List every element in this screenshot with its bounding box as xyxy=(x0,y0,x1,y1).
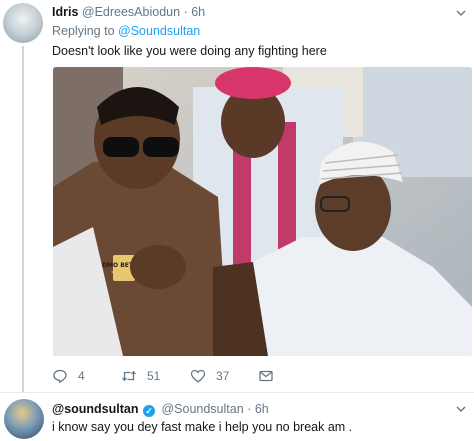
reply-avatar[interactable] xyxy=(4,399,44,439)
photo-image: DMO BETTER xyxy=(53,67,472,356)
retweet-count: 51 xyxy=(147,369,161,383)
reply-button[interactable]: 4 xyxy=(52,366,85,386)
reply-icon xyxy=(53,369,67,383)
verified-badge-icon: ✓ xyxy=(142,405,155,417)
retweet-icon xyxy=(122,370,136,382)
envelope-icon xyxy=(259,370,273,382)
chevron-down-icon[interactable] xyxy=(456,8,466,18)
replying-to-label: Replying to xyxy=(52,24,115,38)
mention-link[interactable]: @Soundsultan xyxy=(118,24,200,38)
reply-user-handle[interactable]: @Soundsultan xyxy=(161,402,243,416)
separator-dot: · xyxy=(183,5,188,19)
avatar[interactable] xyxy=(3,3,43,43)
replying-to: Replying to @Soundsultan xyxy=(52,24,200,38)
reply-timestamp[interactable]: 6h xyxy=(255,402,269,416)
reply-display-name[interactable]: @soundsultan xyxy=(52,402,139,416)
tweet-actions: 4 51 37 xyxy=(52,366,432,386)
direct-message-button[interactable] xyxy=(258,366,274,386)
tweet-text: Doesn't look like you were doing any fig… xyxy=(52,44,327,58)
thread-line xyxy=(22,46,24,392)
like-count: 37 xyxy=(216,369,230,383)
reply-header: @soundsultan ✓ @Soundsultan · 6h xyxy=(52,402,269,417)
heart-icon xyxy=(190,369,206,383)
tweet-photo[interactable]: DMO BETTER xyxy=(53,67,472,356)
reply-text: i know say you dey fast make i help you … xyxy=(52,420,353,434)
retweet-button[interactable]: 51 xyxy=(121,366,160,386)
reply-count: 4 xyxy=(78,369,85,383)
user-handle[interactable]: @EdreesAbiodun xyxy=(82,5,180,19)
reply-separator-dot: · xyxy=(247,402,252,416)
like-button[interactable]: 37 xyxy=(190,366,229,386)
chevron-down-icon[interactable] xyxy=(456,404,466,414)
timestamp[interactable]: 6h xyxy=(191,5,205,19)
tweet[interactable]: Idris @EdreesAbiodun · 6h Replying to @S… xyxy=(0,0,474,392)
display-name[interactable]: Idris xyxy=(52,5,78,19)
tweet-header: Idris @EdreesAbiodun · 6h xyxy=(52,5,205,19)
